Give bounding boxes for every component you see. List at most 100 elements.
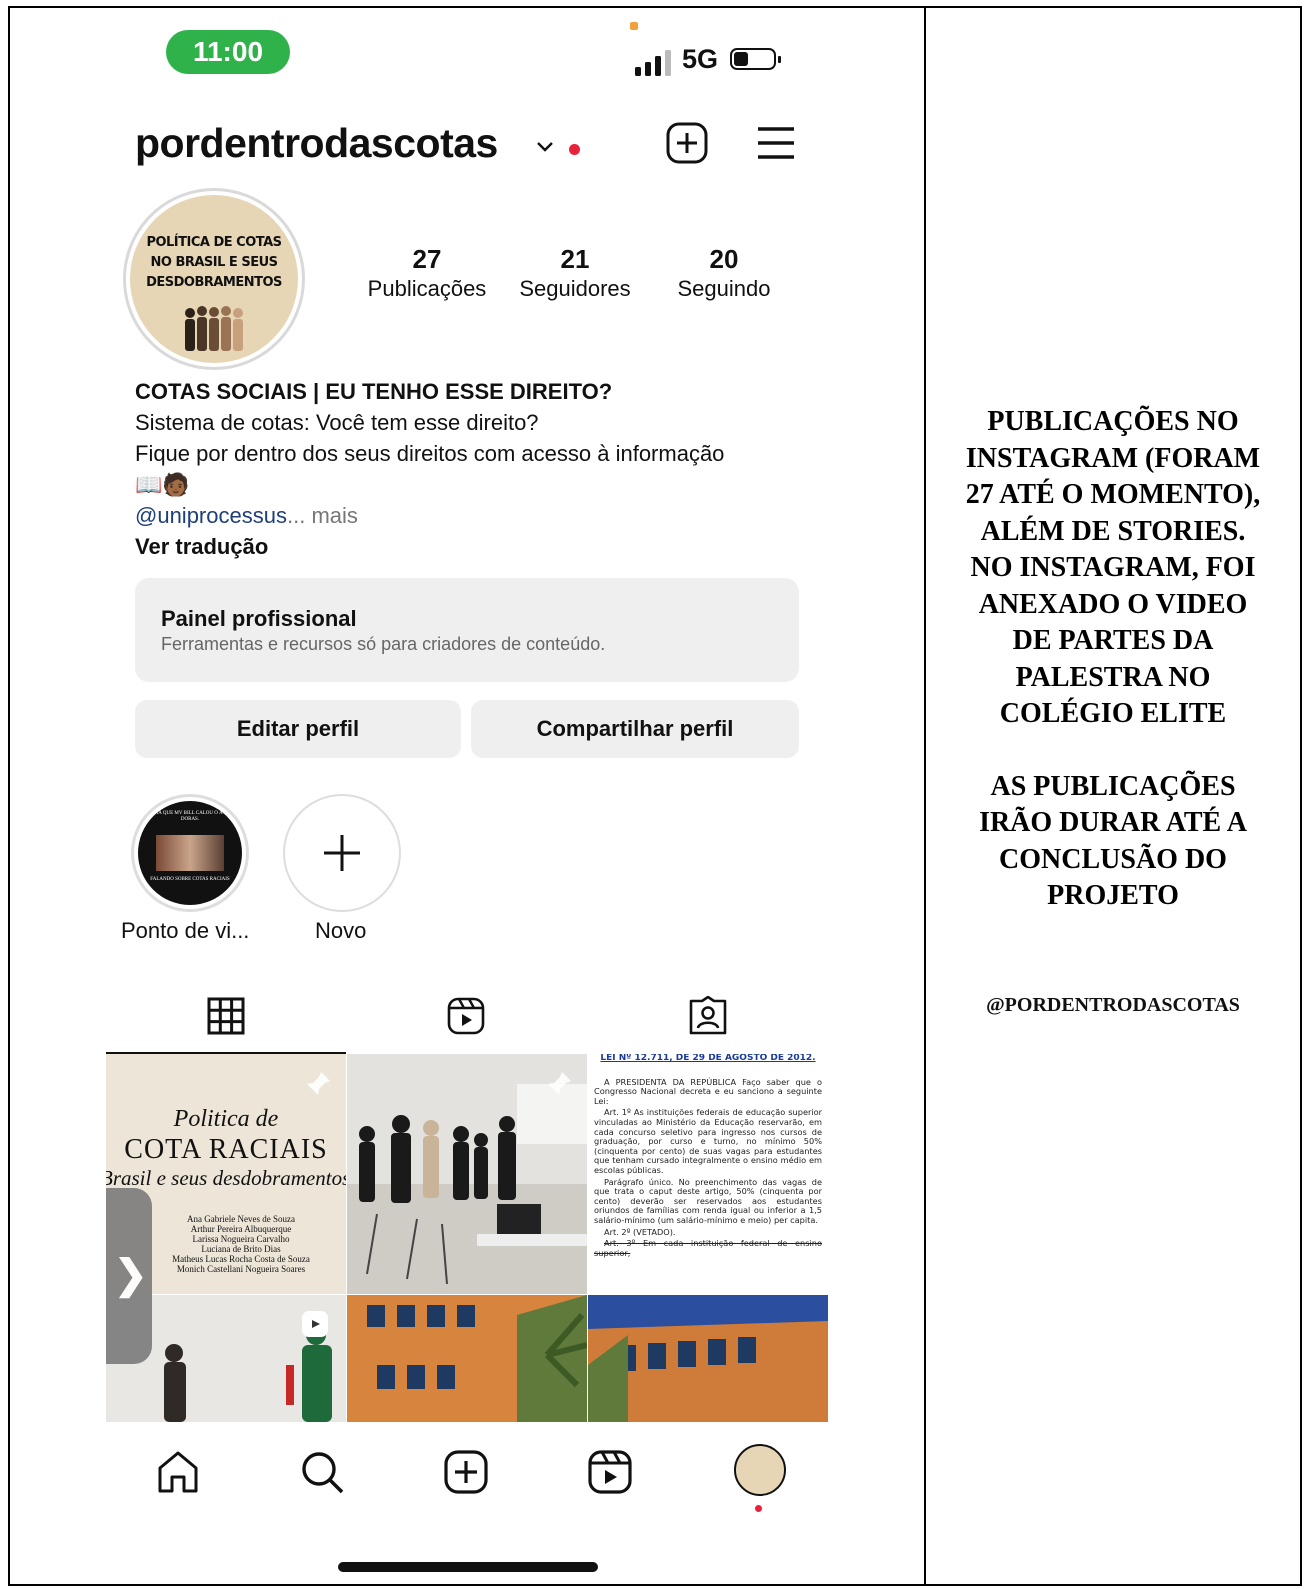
home-icon[interactable] [154,1448,202,1496]
post1-line2: COTA RACIAIS [124,1134,328,1165]
translate-link[interactable]: Ver tradução [135,531,835,562]
stat-following[interactable]: 20 Seguindo [662,244,786,304]
building-photo [347,1295,587,1422]
post-thumbnail[interactable] [347,1054,587,1294]
author: Matheus Lucas Rocha Costa de Souza [172,1254,310,1264]
home-indicator[interactable] [338,1562,598,1572]
stat-following-label: Seguindo [677,276,771,301]
school-photo [588,1295,828,1422]
profile-nav-avatar[interactable] [734,1444,786,1496]
pin-icon [548,1072,571,1095]
stat-following-value: 20 [709,244,739,274]
chevron-right-icon: ❯ [114,1253,148,1297]
instagram-handle: @PORDENTRODASCOTAS [986,994,1240,1016]
new-highlight-button[interactable] [283,794,401,912]
bio-more-link[interactable]: mais [311,503,357,528]
notification-dot [569,144,580,155]
notification-dot [755,1505,762,1512]
post-thumbnail[interactable] [588,1295,828,1422]
law-paragraph: Art. 1º As instituições federais de educ… [594,1107,822,1175]
grid-icon[interactable] [206,996,246,1036]
menu-icon[interactable] [754,124,798,162]
description-line: ALÉM DE STORIES. [980,515,1246,547]
edit-profile-button[interactable]: Editar perfil [135,700,461,758]
search-icon[interactable] [298,1448,346,1496]
profile-bio: COTAS SOCIAIS | EU TENHO ESSE DIREITO? S… [135,376,835,562]
description-line: PUBLICAÇÕES NO [987,406,1239,437]
create-icon[interactable] [442,1448,490,1496]
author: Monich Castellani Nogueira Soares [176,1264,306,1274]
phone-screenshot: 11:00 5G pordentrodascotas POLÍTICA DE C… [10,8,924,1584]
description-line: 27 ATÉ O MOMENTO), [965,479,1261,510]
posts-grid: Politica de COTA RACIAIS Brasil e seus d… [106,1054,828,1422]
description-line: NO INSTAGRAM, FOI [970,552,1256,583]
bio-ellipsis: ... [286,503,306,528]
highlight-label: Novo [315,918,367,943]
stat-posts-label: Publicações [367,276,487,301]
bio-line-2: Fique por dentro dos seus direitos com a… [135,441,725,466]
post-thumbnail[interactable] [347,1295,587,1422]
pin-icon [307,1072,330,1095]
stat-posts-value: 27 [412,244,442,274]
description-line: COLÉGIO ELITE [999,698,1227,729]
law-paragraph: A PRESIDENTA DA REPÚBLICA Faço saber que… [594,1076,822,1106]
post1-line3: Brasil e seus desdobramentos [106,1166,346,1190]
highlight-bottom-text: FALANDO SOBRE COTAS RACIAIS [150,877,230,882]
post1-line1: Politica de [173,1106,279,1132]
profile-username[interactable]: pordentrodascotas [135,120,498,167]
stat-followers-label: Seguidores [519,276,631,301]
law-paragraph: Parágrafo único. No preenchimento das va… [594,1176,822,1225]
author: Ana Gabriele Neves de Souza [187,1214,295,1224]
privacy-indicator [630,22,638,30]
reel-icon [302,1311,328,1337]
bio-mention-link[interactable]: @uniprocessus [135,503,287,528]
description-line: INSTAGRAM (FORAM [965,442,1261,474]
description-line: CONCLUSÃO DO [999,843,1227,875]
author: Luciana de Brito Dias [201,1244,281,1254]
law-document: LEI Nº 12.711, DE 29 DE AGOSTO DE 2012. … [594,1054,822,1258]
law-paragraph: Art. 3º Em cada instituição federal de e… [594,1238,822,1258]
professional-dashboard[interactable]: Painel profissional Ferramentas e recurs… [135,578,799,682]
law-title: LEI Nº 12.711, DE 29 DE AGOSTO DE 2012. [600,1054,816,1063]
stat-followers-value: 21 [560,244,590,274]
people-silhouette-icon [185,306,243,351]
description-line: IRÃO DURAR ATÉ A [979,807,1247,838]
highlight-ponto-de-vista[interactable]: O DIA QUE MV BILL CALOU O ÁTAS DORAS. FA… [131,794,249,912]
avatar-text: POLÍTICA DE COTAS NO BRASIL E SEUS DESDO… [146,235,282,290]
author: Arthur Pereira Albuquerque [190,1224,292,1234]
plus-square-icon[interactable] [665,121,709,165]
highlight-top-text: O DIA QUE MV BILL CALOU O ÁTAS DORAS. [148,811,232,822]
plus-icon [324,835,360,871]
tagged-tab-icon[interactable] [688,996,728,1036]
reels-icon[interactable] [586,1448,634,1496]
description-line: AS PUBLICAÇÕES [990,770,1236,802]
highlight-label: Ponto de vi... [121,918,250,943]
side-expand-tab[interactable]: ❯ [106,1188,152,1364]
stat-followers[interactable]: 21 Seguidores [510,244,640,304]
network-type: 5G [682,44,719,74]
signal-icon [635,50,671,76]
status-time: 11:00 [166,30,290,74]
panel-title: Painel profissional [161,606,357,631]
panel-subtitle: Ferramentas e recursos só para criadores… [161,634,606,654]
post-thumbnail[interactable]: LEI Nº 12.711, DE 29 DE AGOSTO DE 2012. … [588,1054,828,1294]
author: Larissa Nogueira Carvalho [192,1234,290,1244]
bio-name: COTAS SOCIAIS | EU TENHO ESSE DIREITO? [135,379,613,404]
description-line: ANEXADO O VIDEO [978,588,1248,620]
profile-avatar[interactable]: POLÍTICA DE COTAS NO BRASIL E SEUS DESDO… [123,188,305,370]
reels-tab-icon[interactable] [446,996,486,1036]
chevron-down-icon[interactable] [535,140,555,154]
avatar-image: POLÍTICA DE COTAS NO BRASIL E SEUS DESDO… [130,195,298,363]
law-paragraph: Art. 2º (VETADO). [604,1226,676,1237]
share-profile-button[interactable]: Compartilhar perfil [471,700,799,758]
description-text: PUBLICAÇÕES NO INSTAGRAM (FORAM 27 ATÉ O… [926,404,1300,915]
bio-emoji: 📖🧑🏾 [135,472,190,497]
description-line: DE PARTES DA [1012,625,1214,656]
bio-line-1: Sistema de cotas: Você tem esse direito? [135,410,539,435]
post1-authors: Ana Gabriele Neves de Souza Arthur Perei… [146,1214,336,1274]
battery-icon [730,48,781,70]
stat-posts[interactable]: 27 Publicações [360,244,494,304]
description-line: PALESTRA NO [1015,661,1211,693]
description-line: PROJETO [1047,880,1179,911]
highlight-cover: O DIA QUE MV BILL CALOU O ÁTAS DORAS. FA… [138,801,242,905]
